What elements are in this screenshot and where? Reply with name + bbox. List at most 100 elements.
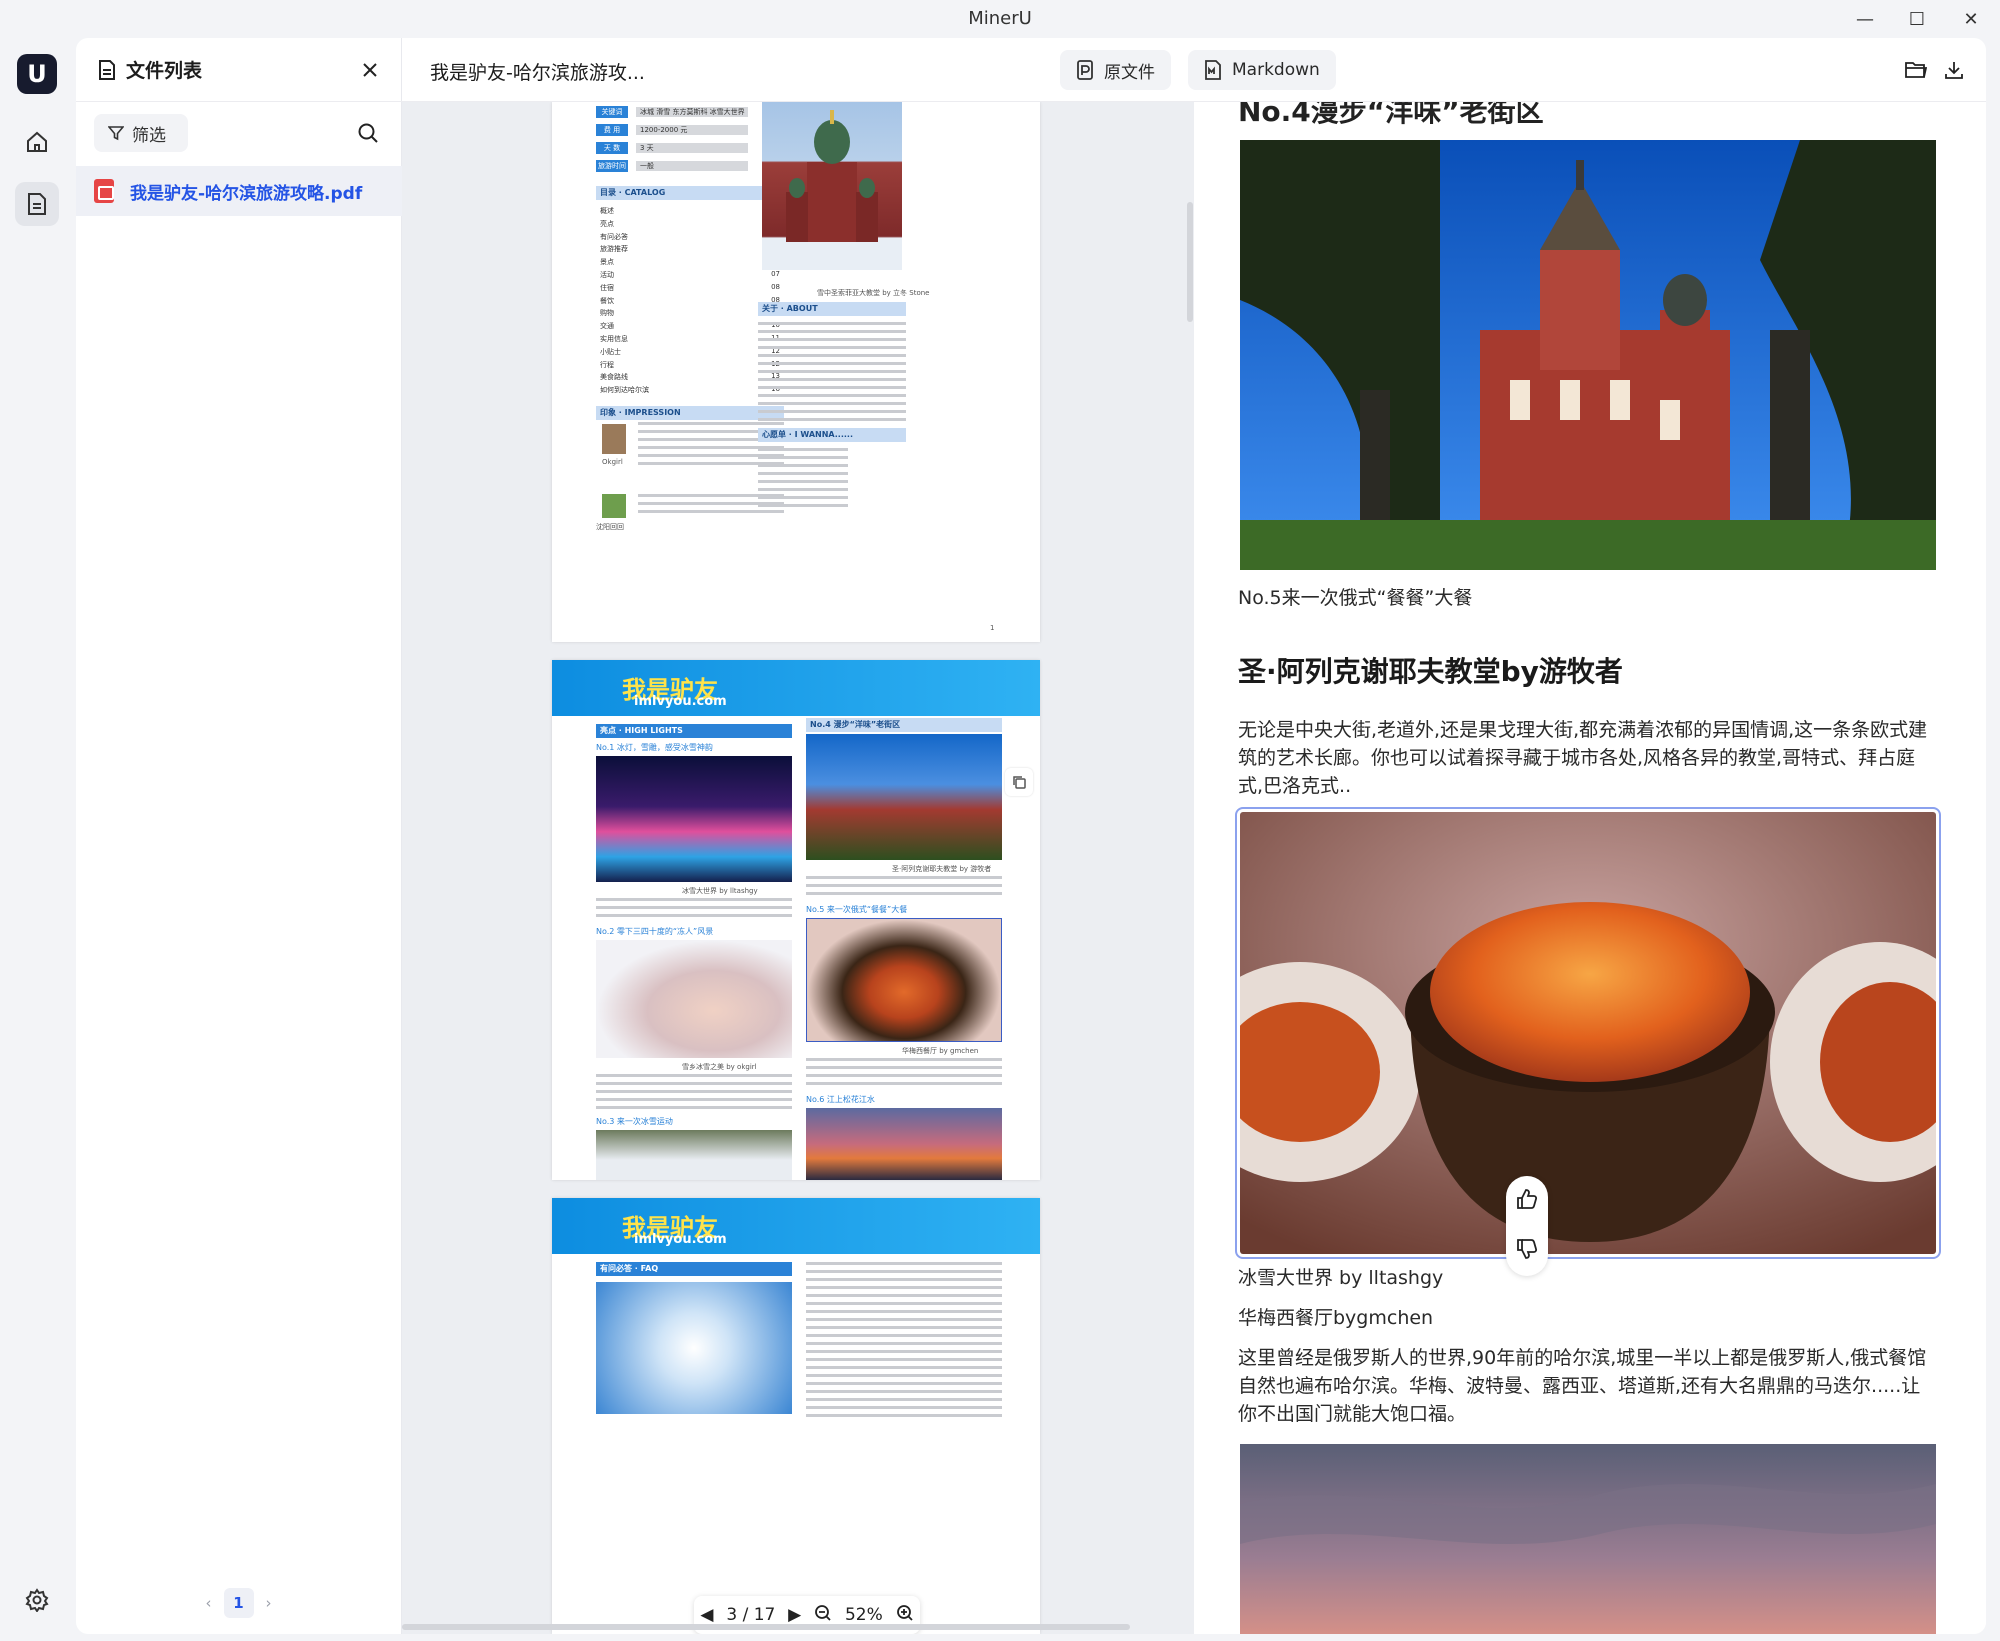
- document-title: 我是驴友-哈尔滨旅游攻...: [430, 62, 645, 84]
- window-title: MinerU: [968, 8, 1032, 29]
- minimize-button[interactable]: —: [1842, 4, 1888, 34]
- faq-text: [806, 1262, 1002, 1422]
- photo-caption: 华梅西餐厅 by gmchen: [902, 1047, 979, 1055]
- prev-page-button[interactable]: ‹: [206, 1594, 212, 1612]
- markdown-file-icon: [1205, 60, 1221, 80]
- tab-original-file[interactable]: 原文件: [1060, 50, 1171, 90]
- prev-page-button[interactable]: ◀: [700, 1605, 713, 1625]
- cathedral-photo: [762, 102, 902, 270]
- brand-url: imlvyou.com: [634, 1232, 727, 1247]
- file-list-item[interactable]: 我是驴友-哈尔滨旅游攻略.pdf: [76, 166, 402, 216]
- open-folder-button[interactable]: [1902, 56, 1930, 84]
- tab-markdown[interactable]: Markdown: [1188, 50, 1336, 90]
- info-row: 天 数3 天: [596, 142, 748, 154]
- photo-caption: 冰雪大世界 by lltashgy: [682, 887, 758, 895]
- brand-url: imlvyou.com: [634, 694, 727, 709]
- documents-button[interactable]: [15, 182, 59, 226]
- settings-button[interactable]: [15, 1578, 59, 1622]
- app-logo: U: [17, 54, 57, 94]
- user-name: Okgirl: [602, 458, 623, 466]
- russian-meal-image[interactable]: [1235, 807, 1941, 1259]
- page-banner: 我是驴友 imlvyou.com: [552, 1198, 1040, 1254]
- highlight-5-title: No.5 来一次俄式“餐餐”大餐: [806, 905, 908, 914]
- catalog-row: 购物09: [600, 308, 780, 318]
- highlight-4-title: No.4 漫步“洋味”老街区: [806, 718, 1002, 732]
- catalog-row: 亮点02: [600, 219, 780, 228]
- church-photo: [806, 734, 1002, 860]
- markdown-caption: No.5来一次俄式“餐餐”大餐: [1238, 587, 1473, 609]
- page-banner: 我是驴友 imlvyou.com: [552, 660, 1040, 716]
- current-page[interactable]: 1: [223, 1588, 254, 1618]
- pdf-page-1: 关键词 冰城 滑雪 东方莫斯科 冰雪大世界 费 用 1200-2000 元 天 数3…: [552, 102, 1040, 642]
- maximize-button[interactable]: ☐: [1894, 4, 1940, 34]
- title-bar: MinerU — ☐ ✕: [0, 0, 2000, 38]
- catalog-row: 有问必答03: [600, 232, 780, 241]
- folder-icon: [1905, 62, 1927, 78]
- pdf-page-2: 我是驴友 imlvyou.com 亮点 · HIGH LIGHTS No.1 冰…: [552, 660, 1040, 1180]
- tab-markdown-label: Markdown: [1232, 60, 1320, 80]
- pdf-page-3: 我是驴友 imlvyou.com 有问必答 · FAQ: [552, 1198, 1040, 1634]
- home-button[interactable]: [15, 120, 59, 164]
- zoom-in-icon: [896, 1604, 913, 1621]
- filter-button[interactable]: 筛选: [94, 114, 188, 152]
- ski-slope-photo: [596, 1130, 792, 1180]
- highlight-1-title: No.1 冰灯，雪雕，感受冰雪神韵: [596, 743, 713, 752]
- highlight-6-title: No.6 江上松花江水: [806, 1095, 875, 1104]
- catalog-row: 住宿 08: [600, 282, 780, 292]
- thumbs-down-icon: [1517, 1239, 1538, 1259]
- user-name: 沈阳回回: [596, 523, 624, 531]
- feedback-widget: [1506, 1176, 1548, 1276]
- download-icon: [1945, 62, 1963, 79]
- catalog-row: 行程12: [600, 360, 780, 369]
- frozen-face-photo: [596, 940, 792, 1058]
- pdf-horizontal-scrollbar[interactable]: [402, 1624, 1130, 1630]
- thumbs-down-button[interactable]: [1516, 1238, 1538, 1264]
- highlight-5-text: [806, 1058, 1002, 1090]
- thumbs-up-button[interactable]: [1516, 1188, 1538, 1214]
- copy-button[interactable]: [1005, 768, 1033, 796]
- catalog-heading: 目录 · CATALOG: [596, 186, 784, 200]
- catalog-row: 如何到达哈尔滨 16: [600, 385, 780, 395]
- file-list-header: 文件列表: [76, 38, 402, 102]
- photo-caption: 圣·阿列克谢耶夫教堂 by 游牧者: [892, 865, 992, 873]
- file-list-panel: 文件列表 筛选 我是驴友-哈尔滨旅游攻略.pdf ‹ 1 ›: [76, 38, 402, 1634]
- filter-label: 筛选: [132, 125, 166, 146]
- zoom-level: 52%: [844, 1605, 883, 1625]
- document-icon: [99, 59, 115, 80]
- markdown-paragraph: 这里曾经是俄罗斯人的世界,90年前的哈尔滨,城里一半以上都是俄罗斯人,俄式餐馆自…: [1238, 1347, 1927, 1425]
- search-button[interactable]: [353, 118, 383, 148]
- about-text: [758, 322, 906, 426]
- next-page-button[interactable]: ▶: [788, 1605, 801, 1625]
- gear-icon: [25, 1588, 49, 1612]
- close-window-button[interactable]: ✕: [1948, 4, 1994, 34]
- home-icon: [27, 131, 47, 152]
- user-avatar: [602, 424, 626, 454]
- highlight-4-text: [806, 876, 1002, 900]
- next-page-button[interactable]: ›: [266, 1594, 272, 1612]
- pdf-vertical-scrollbar[interactable]: [1187, 202, 1193, 322]
- original-file-icon: [1077, 60, 1093, 80]
- russian-meal-photo: [806, 918, 1002, 1042]
- left-rail: U: [0, 38, 76, 1641]
- close-icon: [363, 63, 377, 77]
- info-row: 旅游时间 一般: [596, 160, 748, 172]
- user-avatar: [602, 494, 626, 518]
- wanna-heading: 心愿单 · I WANNA......: [758, 428, 906, 442]
- about-heading: 关于 · ABOUT: [758, 302, 906, 316]
- sunset-river-photo: [806, 1108, 1002, 1180]
- markdown-heading-partial: No.4漫步“洋味”老街区: [1238, 102, 1544, 128]
- wanna-list: [758, 448, 848, 512]
- markdown-caption: 华梅西餐厅bygmchen: [1238, 1307, 1434, 1329]
- thumbs-up-icon: [1517, 1189, 1538, 1209]
- zoom-out-icon: [815, 1604, 831, 1621]
- faq-heading: 有问必答 · FAQ: [596, 1262, 792, 1276]
- photo-caption: 雪中圣索菲亚大教堂 by 立冬 Stone: [817, 289, 930, 297]
- info-row: 关键词 冰城 滑雪 东方莫斯科 冰雪大世界: [596, 106, 748, 118]
- download-button[interactable]: [1940, 56, 1968, 84]
- filter-icon: [108, 126, 124, 141]
- close-panel-button[interactable]: [356, 56, 384, 84]
- pdf-viewer[interactable]: 关键词 冰城 滑雪 东方莫斯科 冰雪大世界 费 用 1200-2000 元 天 数3…: [402, 102, 1194, 1634]
- markdown-viewer[interactable]: No.4漫步“洋味”老街区 No.5来一次俄式“餐餐”大餐 圣·阿列克谢耶夫教堂: [1194, 102, 1986, 1634]
- highlights-heading: 亮点 · HIGH LIGHTS: [596, 724, 792, 738]
- tab-original-label: 原文件: [1104, 62, 1155, 83]
